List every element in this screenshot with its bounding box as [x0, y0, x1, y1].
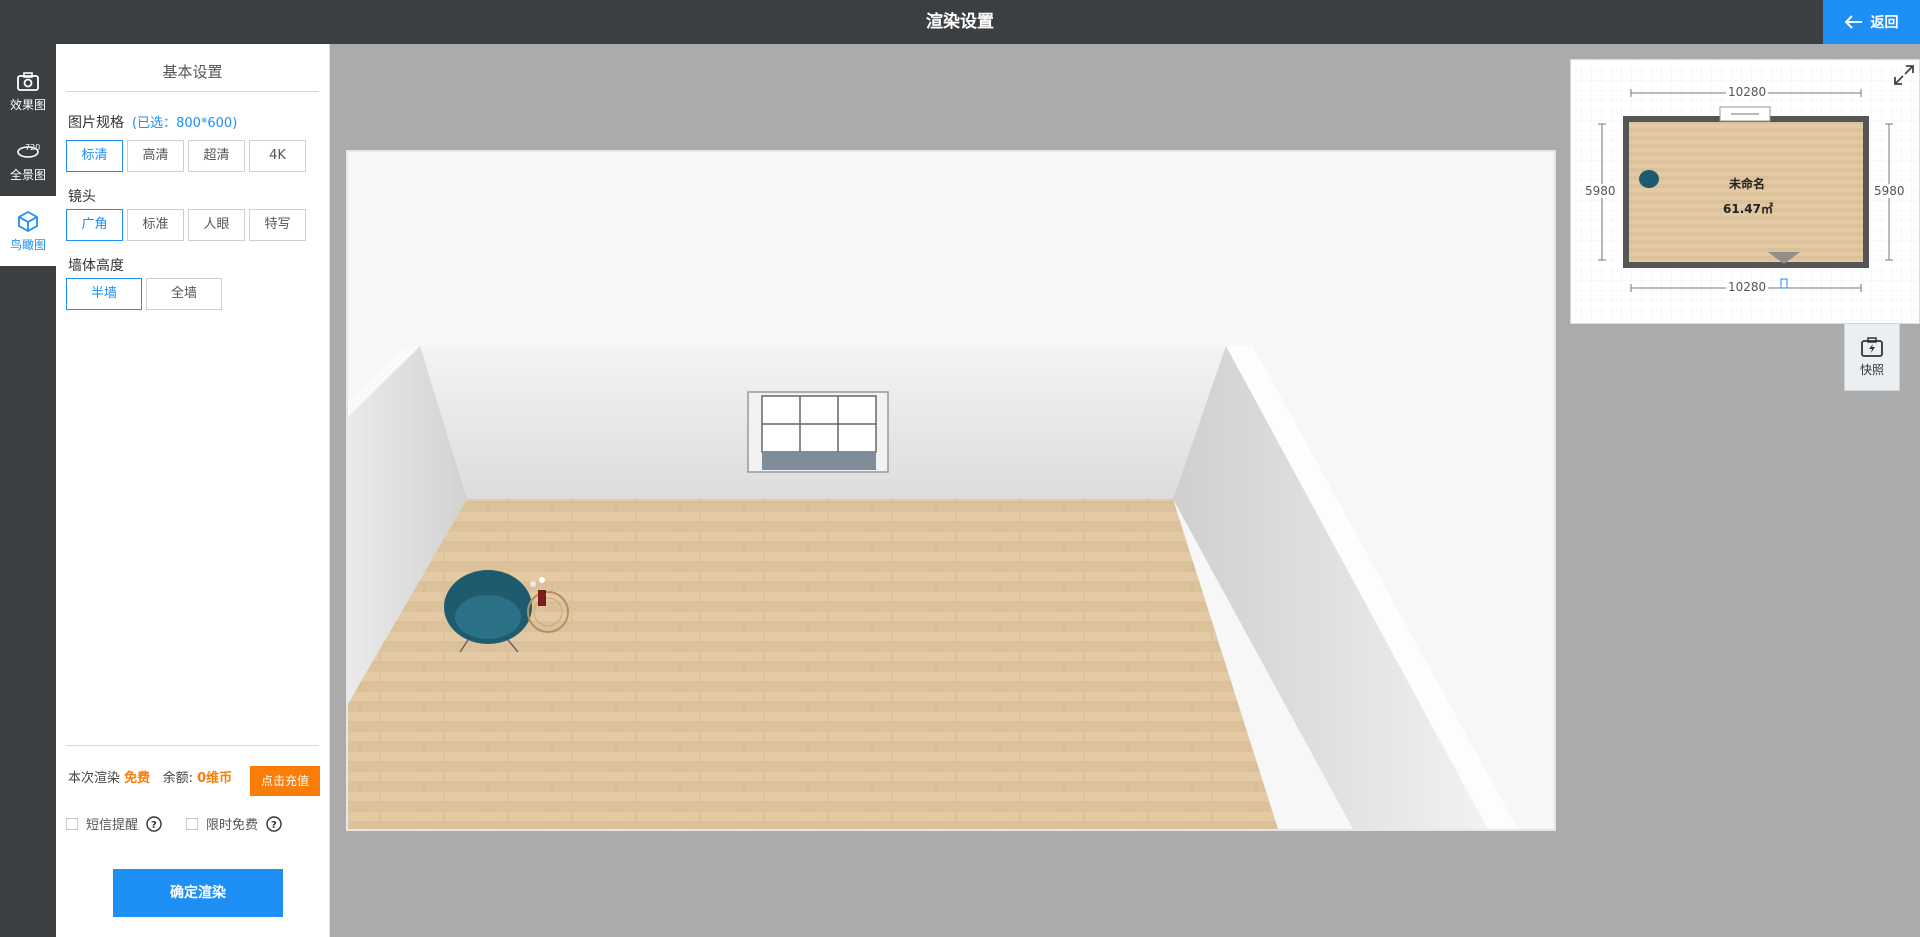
room-area: 61.47㎡: [1723, 202, 1773, 216]
balance-value: 0维币: [197, 771, 233, 786]
resolution-option-ultra[interactable]: 超清: [188, 140, 245, 172]
arrow-left-icon: [1844, 15, 1862, 29]
back-button[interactable]: 返回: [1823, 0, 1920, 44]
width-dimension-bottom: 10280: [1726, 280, 1769, 294]
lens-option-closeup[interactable]: 特写: [249, 209, 306, 241]
help-icon[interactable]: ?: [266, 815, 282, 832]
top-bar: 渲染设置 返回: [0, 0, 1920, 44]
rail-item-effect[interactable]: 效果图: [0, 56, 56, 126]
limited-free-label: 限时免费: [206, 818, 259, 833]
confirm-render-button[interactable]: 确定渲染: [113, 869, 283, 917]
rail-item-label: 鸟瞰图: [9, 237, 46, 252]
resolution-option-4k[interactable]: 4K: [249, 140, 306, 172]
rail-item-label: 全景图: [9, 167, 46, 182]
back-label: 返回: [1870, 15, 1899, 31]
cube-icon: [18, 210, 38, 232]
room-scene: [348, 152, 1554, 829]
lens-option-standard[interactable]: 标准: [127, 209, 184, 241]
checkbox[interactable]: [186, 817, 198, 830]
sms-reminder-label: 短信提醒: [86, 818, 139, 833]
snapshot-label: 快照: [1859, 363, 1884, 377]
camera-icon: [17, 71, 39, 91]
resolution-label: 图片规格 (已选：800*600): [68, 115, 238, 131]
settings-panel: 基本设置 图片规格 (已选：800*600) 标清 高清 超清 4K 镜头 广角 …: [56, 44, 330, 937]
wall-option-half[interactable]: 半墙: [66, 278, 142, 310]
wall-height-label: 墙体高度: [68, 258, 124, 274]
room-name: 未命名: [1729, 177, 1766, 191]
rail-item-panorama[interactable]: 720 全景图: [0, 126, 56, 196]
panel-title: 基本设置: [66, 44, 319, 92]
divider: [66, 745, 319, 746]
resolution-note: (已选：800*600): [132, 116, 238, 131]
lens-option-human-eye[interactable]: 人眼: [188, 209, 245, 241]
height-dimension-right: 5980: [1874, 184, 1905, 198]
height-dimension-left: 5980: [1585, 184, 1616, 198]
mode-rail: 效果图 720 全景图 鸟瞰图: [0, 44, 56, 937]
svg-text:720: 720: [25, 143, 40, 152]
lens-label: 镜头: [68, 189, 96, 205]
sms-reminder-checkbox[interactable]: 短信提醒 ?: [66, 814, 162, 833]
page-title: 渲染设置: [926, 12, 994, 32]
camera-flash-icon: [1861, 337, 1883, 357]
svg-text:?: ?: [271, 820, 277, 831]
wall-option-full[interactable]: 全墙: [146, 278, 222, 310]
svg-text:?: ?: [151, 820, 157, 831]
panorama-720-icon: 720: [17, 143, 40, 158]
cost-summary: 本次渲染 免费 余额: 0维币: [68, 771, 233, 786]
floor-plan-minimap[interactable]: 10280 10280 5980 5980 未命名 61.47㎡: [1570, 59, 1920, 324]
render-viewport[interactable]: [346, 150, 1556, 831]
recharge-button[interactable]: 点击充值: [250, 766, 320, 796]
checkbox[interactable]: [66, 817, 78, 830]
rail-item-aerial[interactable]: 鸟瞰图: [0, 196, 56, 266]
expand-icon[interactable]: [1893, 64, 1915, 86]
resolution-option-standard[interactable]: 标清: [66, 140, 123, 172]
lens-option-wide[interactable]: 广角: [66, 209, 123, 241]
window: [747, 391, 889, 473]
render-cost: 免费: [124, 771, 151, 786]
help-icon[interactable]: ?: [146, 815, 162, 832]
snapshot-button[interactable]: 快照: [1844, 323, 1900, 391]
rail-item-label: 效果图: [9, 97, 46, 112]
resolution-option-high[interactable]: 高清: [127, 140, 184, 172]
limited-free-checkbox[interactable]: 限时免费 ?: [186, 814, 282, 833]
width-dimension-top: 10280: [1726, 85, 1769, 99]
